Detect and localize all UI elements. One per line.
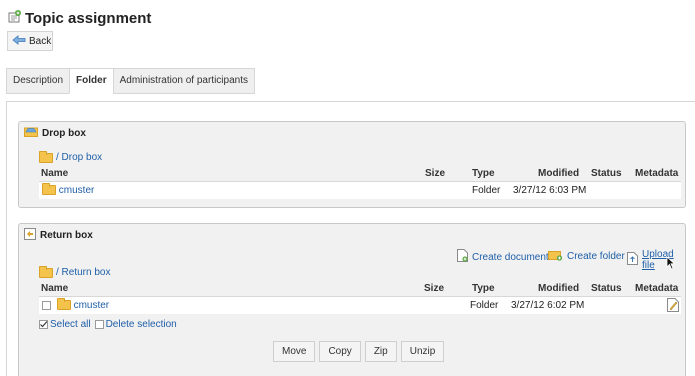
select-all-label[interactable]: Select all: [50, 319, 91, 330]
select-all-checkbox[interactable]: [39, 320, 48, 329]
return-box-title: Return box: [24, 228, 93, 243]
drop-box-icon: [24, 126, 38, 140]
copy-button[interactable]: Copy: [319, 341, 361, 362]
upload-file-button[interactable]: Upload file: [627, 249, 685, 271]
table-row[interactable]: cmuster Folder 3/27/12 6:02 PM: [39, 297, 681, 314]
tab-administration-of-participants[interactable]: Administration of participants: [112, 68, 255, 94]
return-box-icon: [24, 228, 36, 243]
create-document-button[interactable]: Create document: [457, 249, 549, 265]
move-button[interactable]: Move: [273, 341, 316, 362]
drop-box-title: Drop box: [24, 126, 86, 140]
return-box-header: Name Size Type Modified Status Metadata: [41, 283, 679, 294]
back-button[interactable]: Back: [7, 31, 53, 51]
page-title-text: Topic assignment: [25, 9, 152, 27]
upload-file-icon: [627, 252, 638, 268]
row-type: Folder: [472, 185, 501, 196]
return-box-panel: Return box Create document Create folder…: [18, 223, 686, 376]
drop-box-path[interactable]: / Drop box: [39, 150, 102, 163]
unzip-button[interactable]: Unzip: [400, 341, 445, 362]
drop-box-header: Name Size Type Modified Status Metadata: [41, 168, 679, 179]
row-modified: 3/27/12 6:03 PM: [513, 185, 587, 196]
zip-button[interactable]: Zip: [364, 341, 397, 362]
table-row[interactable]: cmuster Folder 3/27/12 6:03 PM: [39, 182, 681, 199]
page-title: Topic assignment: [8, 9, 151, 27]
tab-description[interactable]: Description: [6, 68, 71, 94]
row-name[interactable]: cmuster: [59, 185, 95, 196]
action-buttons: Move Copy Zip Unzip: [273, 341, 445, 362]
folder-icon: [39, 150, 53, 163]
row-checkbox[interactable]: [42, 300, 51, 310]
tab-folder[interactable]: Folder: [69, 68, 114, 94]
create-folder-icon: [548, 249, 563, 264]
row-type: Folder: [470, 300, 499, 311]
selection-controls: Select all Delete selection: [39, 319, 177, 330]
topic-assignment-icon: [8, 9, 22, 27]
delete-selection-label[interactable]: Delete selection: [106, 319, 177, 330]
folder-icon: [42, 183, 56, 196]
return-box-path[interactable]: / Return box: [39, 265, 110, 278]
edit-metadata-icon[interactable]: [667, 298, 679, 318]
delete-selection-checkbox[interactable]: [94, 320, 104, 329]
create-document-icon: [457, 249, 468, 265]
drop-box-panel: Drop box / Drop box Name Size Type Modif…: [18, 121, 686, 208]
back-label: Back: [29, 35, 52, 47]
create-folder-button[interactable]: Create folder: [548, 249, 625, 264]
tab-bar: Description Folder Administration of par…: [6, 68, 255, 94]
folder-icon: [56, 298, 71, 311]
row-modified: 3/27/12 6:02 PM: [511, 300, 585, 311]
folder-icon: [39, 265, 53, 278]
row-name[interactable]: cmuster: [74, 300, 110, 311]
back-arrow-icon: [12, 34, 26, 48]
mouse-cursor-icon: [666, 256, 676, 273]
